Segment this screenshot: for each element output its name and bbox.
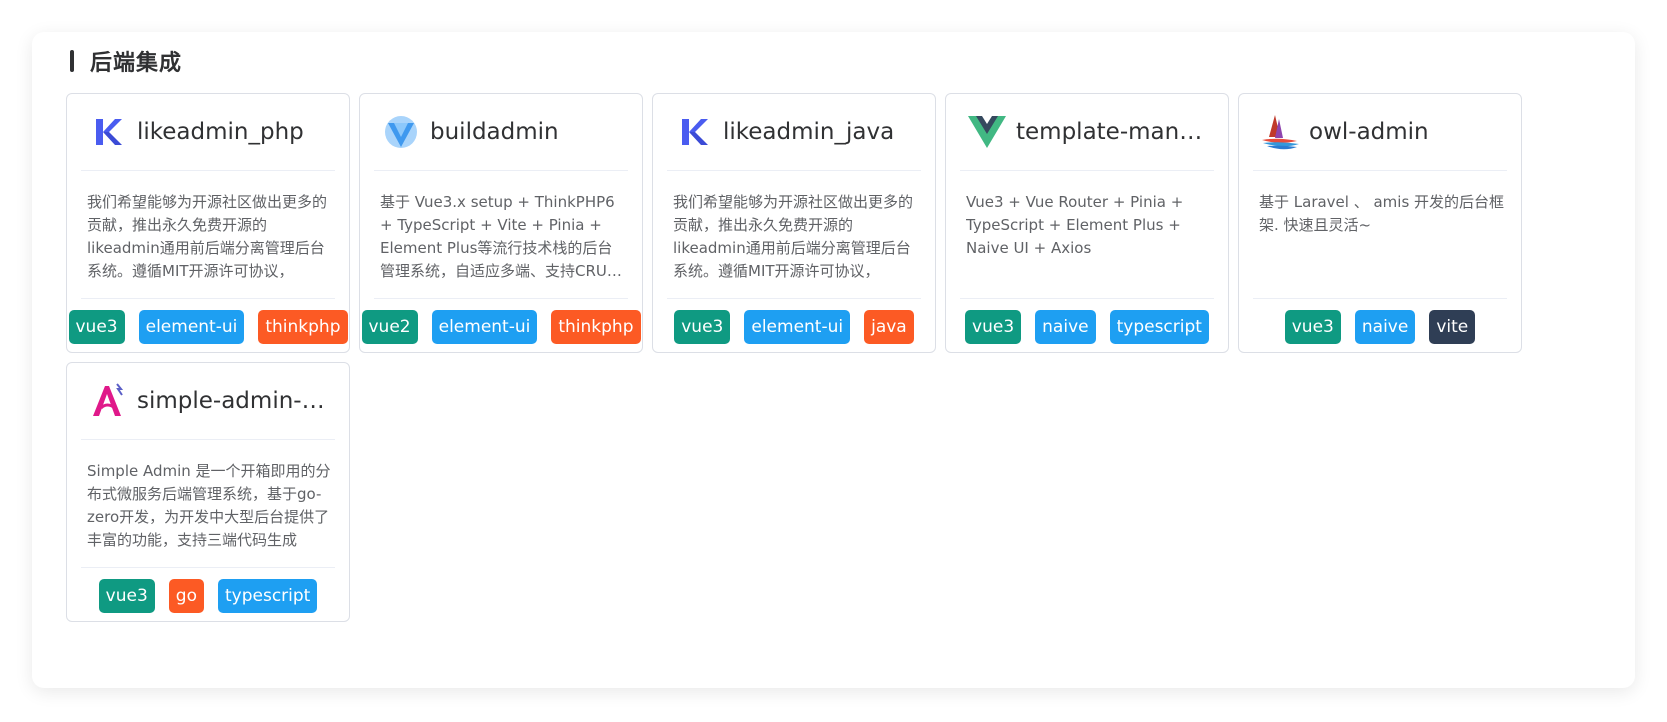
backend-integration-panel: 后端集成 likeadmin_php 我们希望能够为开源社区做出更多的贡献，推出…	[32, 32, 1635, 688]
card-title[interactable]: likeadmin_java	[723, 119, 894, 145]
project-card-simple-admin-core[interactable]: simple-admin-core Simple Admin 是一个开箱即用的分…	[66, 362, 350, 622]
card-header: likeadmin_java	[667, 94, 921, 171]
tag-vue3: vue3	[1284, 309, 1341, 344]
tag-vue3: vue3	[68, 309, 125, 344]
card-tags: vue3 element-ui thinkphp	[68, 298, 348, 354]
card-header: buildadmin	[374, 94, 628, 171]
card-header: likeadmin_php	[81, 94, 335, 171]
card-title[interactable]: simple-admin-core	[137, 388, 335, 414]
likeadmin-logo-icon	[682, 119, 708, 145]
card-title[interactable]: template-management-system	[1016, 119, 1214, 145]
buildadmin-logo-icon	[385, 116, 417, 148]
card-title[interactable]: buildadmin	[430, 119, 559, 145]
tag-thinkphp: thinkphp	[258, 309, 348, 344]
tag-thinkphp: thinkphp	[551, 309, 641, 344]
card-description: Simple Admin 是一个开箱即用的分布式微服务后端管理系统，基于go-z…	[87, 462, 331, 549]
tag-typescript: typescript	[217, 578, 318, 613]
project-card-template-management[interactable]: template-management-system Vue3 + Vue Ro…	[945, 93, 1229, 353]
project-card-likeadmin-php[interactable]: likeadmin_php 我们希望能够为开源社区做出更多的贡献，推出永久免费开…	[66, 93, 350, 353]
card-description: 我们希望能够为开源社区做出更多的贡献，推出永久免费开源的likeadmin通用前…	[673, 193, 914, 280]
card-title[interactable]: owl-admin	[1309, 119, 1429, 145]
card-header: simple-admin-core	[81, 363, 335, 440]
tag-vue2: vue2	[361, 309, 418, 344]
card-tags: vue3 element-ui java	[667, 298, 921, 354]
card-description: Vue3 + Vue Router + Pinia + TypeScript +…	[966, 193, 1184, 257]
tag-vue3: vue3	[965, 309, 1022, 344]
tag-element-ui: element-ui	[138, 309, 245, 344]
card-description: 基于 Laravel 、 amis 开发的后台框架. 快速且灵活~	[1259, 193, 1505, 234]
project-card-buildadmin[interactable]: buildadmin 基于 Vue3.x setup + ThinkPHP6 +…	[359, 93, 643, 353]
section-accent-bar	[70, 50, 74, 72]
tag-go: go	[168, 578, 204, 613]
card-tags: vue2 element-ui thinkphp	[361, 298, 641, 354]
vue-logo-icon	[968, 116, 1006, 148]
card-header: owl-admin	[1253, 94, 1507, 171]
simple-admin-logo-icon	[93, 383, 124, 416]
likeadmin-logo-icon	[96, 119, 122, 145]
card-header: template-management-system	[960, 94, 1214, 171]
project-card-likeadmin-java[interactable]: likeadmin_java 我们希望能够为开源社区做出更多的贡献，推出永久免费…	[652, 93, 936, 353]
tag-element-ui: element-ui	[431, 309, 538, 344]
card-description: 基于 Vue3.x setup + ThinkPHP6 + TypeScript…	[380, 193, 619, 280]
card-title[interactable]: likeadmin_php	[137, 119, 304, 145]
tag-java: java	[864, 309, 914, 344]
tag-typescript: typescript	[1109, 309, 1209, 344]
tag-naive: naive	[1354, 309, 1416, 344]
card-tags: vue3 go typescript	[81, 567, 335, 623]
card-description: 我们希望能够为开源社区做出更多的贡献，推出永久免费开源的likeadmin通用前…	[87, 193, 328, 280]
card-tags: vue3 naive vite	[1253, 298, 1507, 354]
tag-vue3: vue3	[674, 309, 731, 344]
project-card-owl-admin[interactable]: owl-admin 基于 Laravel 、 amis 开发的后台框架. 快速且…	[1238, 93, 1522, 353]
card-tags: vue3 naive typescript	[960, 298, 1214, 354]
tag-element-ui: element-ui	[744, 309, 851, 344]
tag-vue3: vue3	[98, 578, 155, 613]
section-title: 后端集成	[90, 51, 183, 76]
tag-naive: naive	[1035, 309, 1096, 344]
owl-admin-logo-icon	[1262, 115, 1299, 150]
tag-vite: vite	[1429, 309, 1476, 344]
section-header: 后端集成	[70, 44, 182, 78]
